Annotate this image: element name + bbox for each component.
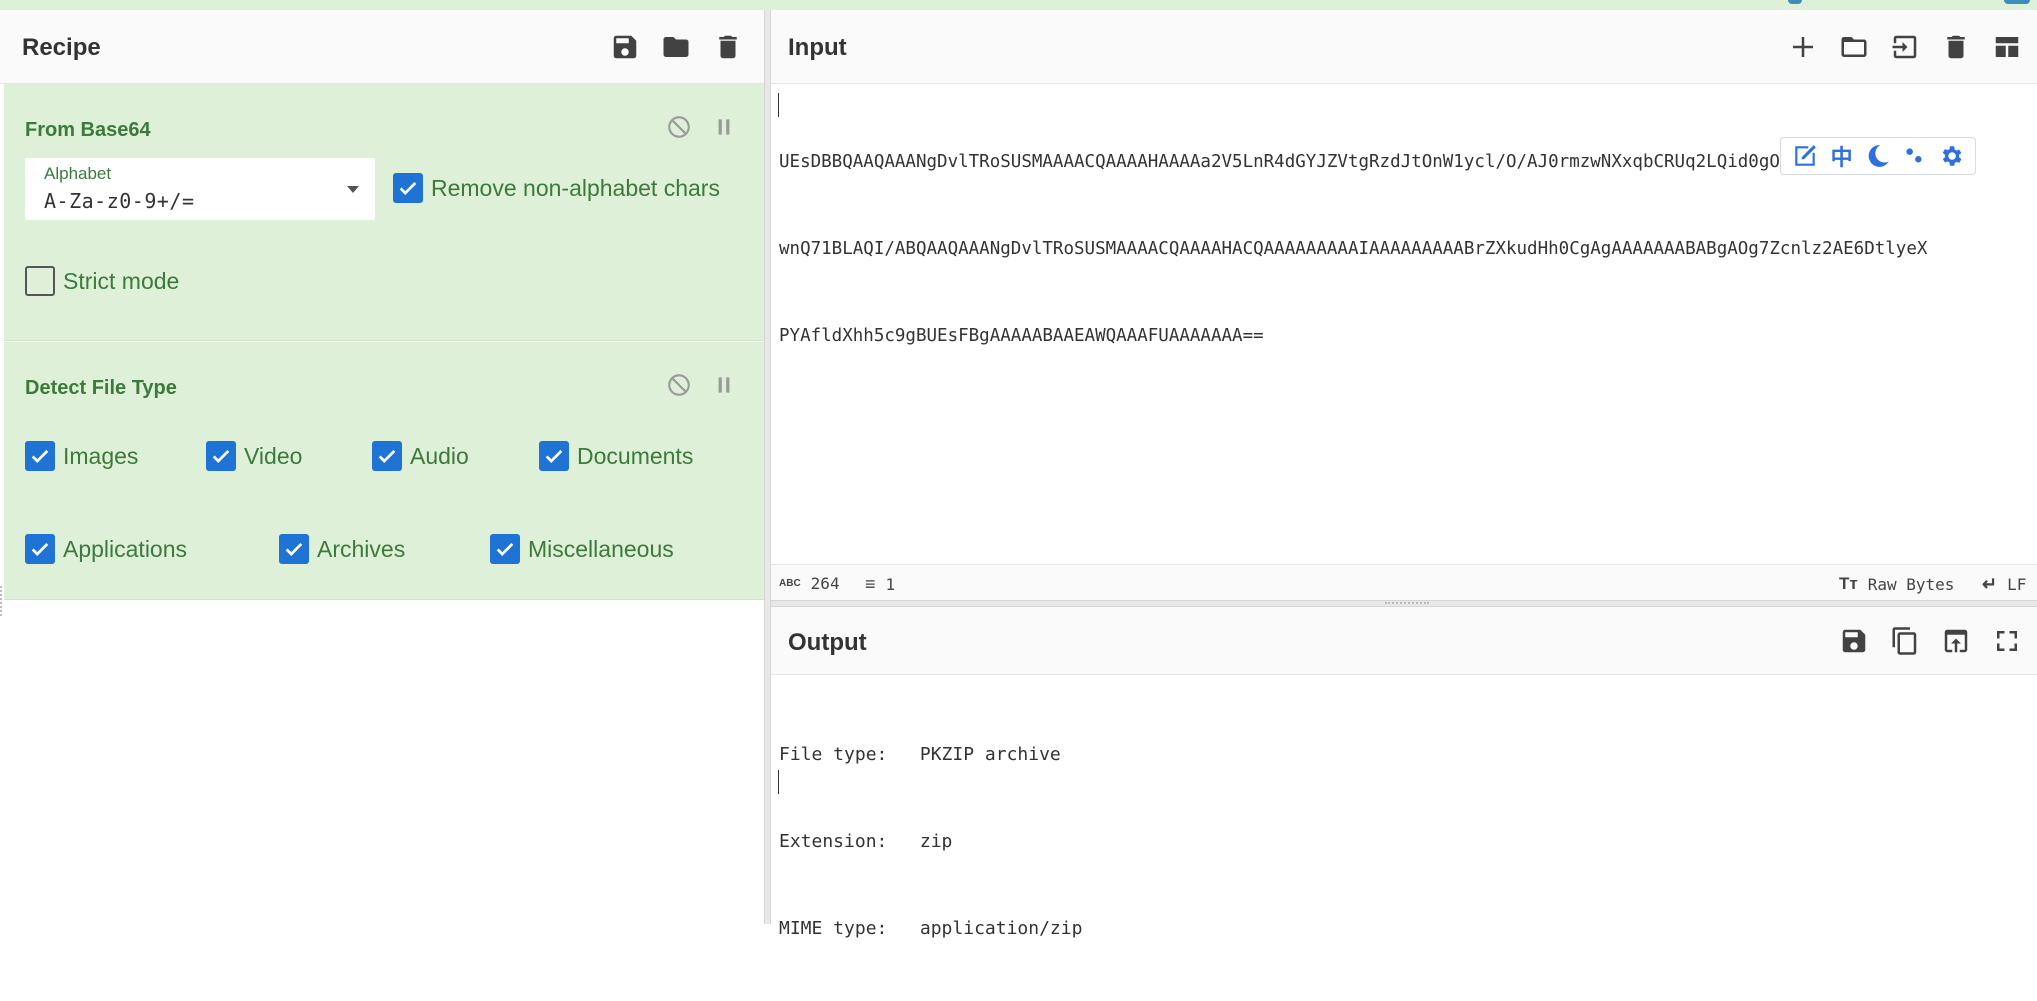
operation-detect-file-type: Detect File Type Images Video Audio Docu… (4, 342, 764, 600)
text-cursor (778, 93, 779, 117)
checkbox-label: Miscellaneous (528, 535, 674, 562)
checkbox-checked-icon[interactable] (206, 441, 236, 471)
resize-handle[interactable] (0, 586, 4, 616)
input-file-icon[interactable] (1888, 30, 1922, 64)
checkbox-label: Strict mode (63, 267, 180, 294)
save-icon[interactable] (1837, 624, 1871, 658)
checkbox-checked-icon[interactable] (539, 441, 569, 471)
encoding-selector[interactable]: Tт Raw Bytes (1839, 574, 1954, 594)
resize-handle[interactable] (1385, 602, 1429, 605)
edit-icon[interactable] (1791, 142, 1819, 170)
documents-checkbox[interactable]: Documents (539, 441, 693, 471)
layout-icon[interactable] (1990, 30, 2024, 64)
strict-mode-checkbox[interactable]: Strict mode (25, 266, 179, 296)
chevron-down-icon[interactable] (347, 186, 359, 193)
images-checkbox[interactable]: Images (25, 441, 138, 471)
top-help-indicator[interactable] (2004, 0, 2030, 4)
top-strip (0, 0, 2037, 10)
disable-icon[interactable] (664, 112, 694, 142)
alphabet-value: A-Za-z0-9+/= (44, 189, 195, 213)
checkbox-checked-icon[interactable] (372, 441, 402, 471)
gear-icon[interactable] (1937, 142, 1965, 170)
lines-value: 1 (885, 575, 896, 594)
return-icon: ↵ (1982, 574, 1998, 594)
checkbox-checked-icon[interactable] (279, 534, 309, 564)
input-header: Input (771, 10, 2037, 84)
replace-input-icon[interactable] (1939, 624, 1973, 658)
length-indicator: ABC 264 (779, 574, 840, 593)
checkbox-label: Applications (63, 535, 188, 562)
eol-value: LF (2007, 575, 2027, 594)
abc-icon: ABC (779, 578, 801, 589)
disable-icon[interactable] (664, 370, 694, 400)
output-title: Output (788, 629, 867, 656)
encoding-value: Raw Bytes (1867, 574, 1955, 594)
add-icon[interactable] (1786, 30, 1820, 64)
checkbox-checked-icon[interactable] (490, 534, 520, 564)
checkbox-unchecked-icon[interactable] (25, 266, 55, 296)
input-line: PYAfldXhh5c9gBUEsFBgAAAAABAAEAWQAAAFUAAA… (779, 326, 1264, 346)
alphabet-label: Alphabet (44, 164, 112, 183)
remove-non-alphabet-checkbox[interactable]: Remove non-alphabet chars (393, 173, 720, 203)
checkbox-label: Images (63, 442, 139, 469)
top-indicator (1788, 0, 1802, 4)
checkbox-label: Video (244, 442, 303, 469)
output-header: Output (771, 607, 2037, 675)
operation-title: From Base64 (25, 119, 151, 141)
dots-icon[interactable] (1900, 142, 1928, 170)
eol-selector[interactable]: ↵ LF (1982, 574, 2026, 595)
floating-toolbar: 中 (1780, 137, 1976, 175)
folder-icon[interactable] (659, 30, 693, 64)
lines-icon: ≡ (865, 574, 876, 594)
archives-checkbox[interactable]: Archives (279, 534, 405, 564)
pane-resizer-vertical[interactable] (764, 10, 771, 924)
miscellaneous-checkbox[interactable]: Miscellaneous (490, 534, 674, 564)
input-pane: Input UEsDBBQAAQAAANgDvlTRoSUSMAAAACQAAA… (771, 10, 2037, 600)
copy-icon[interactable] (1888, 624, 1922, 658)
applications-checkbox[interactable]: Applications (25, 534, 187, 564)
checkbox-label: Remove non-alphabet chars (431, 174, 720, 201)
output-textarea[interactable]: File type: PKZIP archive Extension: zip … (779, 682, 1082, 1001)
video-checkbox[interactable]: Video (206, 441, 302, 471)
fullscreen-icon[interactable] (1990, 624, 2024, 658)
pane-resizer-horizontal[interactable] (771, 600, 2037, 607)
output-line: MIME type: application/zip (779, 918, 1083, 939)
output-line: Extension: zip (779, 831, 953, 852)
input-title: Input (788, 34, 847, 61)
text-format-icon: Tт (1839, 574, 1858, 593)
checkbox-label: Documents (577, 442, 694, 469)
trash-icon[interactable] (711, 30, 745, 64)
input-status-bar: ABC 264 ≡ 1 Tт Raw Bytes ↵ LF (771, 564, 2037, 600)
checkbox-label: Audio (410, 442, 469, 469)
chinese-char-icon[interactable]: 中 (1828, 142, 1856, 170)
recipe-title: Recipe (22, 34, 101, 61)
audio-checkbox[interactable]: Audio (372, 441, 469, 471)
trash-icon[interactable] (1939, 30, 1973, 64)
pause-icon[interactable] (709, 112, 739, 142)
operation-title: Detect File Type (25, 377, 177, 399)
text-cursor (778, 770, 779, 794)
operation-from-base64: From Base64 Alphabet A-Za-z0-9+/= Remove… (4, 84, 764, 341)
output-pane: Output File type: PKZIP archive Extensio… (771, 607, 2037, 939)
pause-icon[interactable] (709, 370, 739, 400)
open-folder-icon[interactable] (1837, 30, 1871, 64)
moon-icon[interactable] (1864, 142, 1892, 170)
lines-indicator: ≡ 1 (865, 574, 895, 595)
recipe-header: Recipe (0, 10, 764, 84)
alphabet-select[interactable]: Alphabet A-Za-z0-9+/= (25, 158, 375, 220)
length-value: 264 (810, 574, 840, 593)
recipe-pane: Recipe From Base64 Alphabet A-Za-z0-9+/=… (0, 10, 764, 924)
checkbox-checked-icon[interactable] (25, 534, 55, 564)
input-line: wnQ71BLAQI/ABQAAQAAANgDvlTRoSUSMAAAACQAA… (779, 239, 1928, 259)
checkbox-checked-icon[interactable] (25, 441, 55, 471)
output-line: File type: PKZIP archive (779, 744, 1061, 765)
save-icon[interactable] (608, 30, 642, 64)
checkbox-label: Archives (317, 535, 406, 562)
checkbox-checked-icon[interactable] (393, 173, 423, 203)
